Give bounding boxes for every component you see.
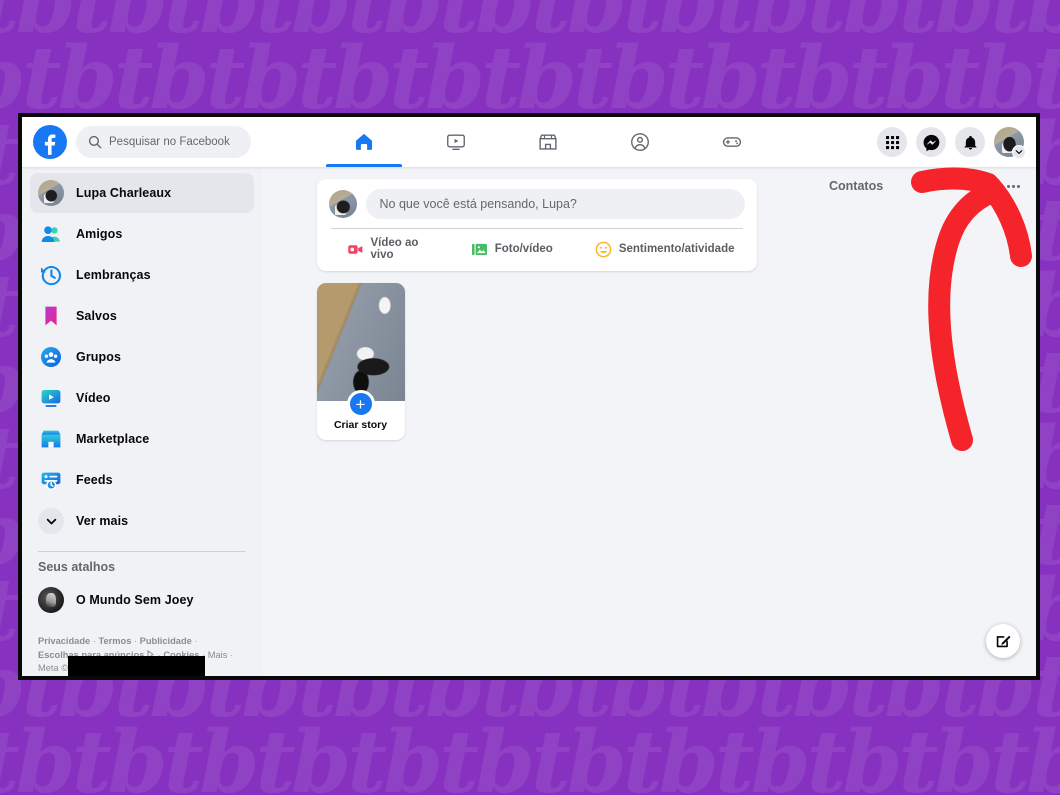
feeling-activity-label: Sentimento/atividade	[618, 243, 735, 255]
topbar-actions	[877, 117, 1026, 167]
tab-gaming[interactable]	[686, 117, 778, 167]
marketplace-icon	[38, 426, 64, 452]
compose-icon	[996, 635, 1010, 647]
main-feed-column: Vídeo ao vivo Foto/vídeo	[262, 167, 811, 676]
live-video-icon	[347, 244, 362, 254]
create-story-card[interactable]: + Criar story	[316, 283, 405, 440]
plus-icon: +	[346, 390, 375, 418]
grid-menu-icon[interactable]	[877, 127, 907, 157]
groups-icon	[38, 344, 64, 370]
tab-marketplace[interactable]	[502, 117, 594, 167]
profile-avatar	[38, 180, 64, 206]
post-composer: Vídeo ao vivo Foto/vídeo	[316, 179, 757, 271]
sidebar-item-memories[interactable]: Lembranças	[30, 255, 254, 295]
memories-icon	[38, 262, 64, 288]
search-input[interactable]	[109, 136, 239, 148]
tab-home[interactable]	[318, 117, 410, 167]
user-avatar[interactable]	[328, 190, 357, 218]
composer-input[interactable]	[365, 189, 745, 219]
browser-screenshot-frame: Lupa Charleaux Amigos Lem	[18, 113, 1040, 680]
account-avatar[interactable]	[994, 127, 1026, 159]
footer-link-more[interactable]: Mais	[208, 650, 228, 660]
gaming-icon	[722, 137, 742, 147]
footer-link-terms[interactable]: Termos	[98, 636, 131, 646]
cat-photo	[316, 283, 405, 401]
feeling-icon	[595, 241, 612, 257]
sidebar-item-saved[interactable]: Salvos	[30, 296, 254, 336]
sidebar-item-friends[interactable]: Amigos	[30, 214, 254, 254]
feeds-icon	[38, 467, 64, 493]
photo-video-icon	[471, 243, 487, 255]
bell-icon[interactable]	[955, 127, 985, 157]
feeling-activity-button[interactable]: Sentimento/atividade	[585, 234, 745, 264]
sidebar-item-feeds[interactable]: Feeds	[30, 460, 254, 500]
contacts-header: Contatos	[821, 179, 1022, 193]
tab-video[interactable]	[410, 117, 502, 167]
sidebar-item-label: Lupa Charleaux	[76, 186, 172, 200]
friends-icon	[38, 221, 64, 247]
video-icon	[38, 385, 64, 411]
shortcut-avatar	[38, 587, 64, 613]
search-icon	[88, 135, 102, 149]
active-tab-underline	[326, 164, 402, 167]
tab-groups[interactable]	[594, 117, 686, 167]
sidebar-divider	[38, 551, 246, 552]
sidebar-item-see-more[interactable]: Ver mais	[30, 501, 254, 541]
footer-link-advertising[interactable]: Publicidade	[140, 636, 192, 646]
watermark-text: tbtbtbtbtbtbtbtbtbtbtbtbtbtbtb	[0, 712, 1060, 795]
more-options-icon[interactable]	[1007, 184, 1022, 188]
primary-navigation-tabs	[318, 117, 778, 167]
black-redaction-bar	[68, 656, 205, 676]
right-panel: Contatos	[811, 167, 1036, 676]
sidebar-item-groups[interactable]: Grupos	[30, 337, 254, 377]
sidebar-item-profile[interactable]: Lupa Charleaux	[30, 173, 254, 213]
new-message-button[interactable]	[986, 624, 1020, 658]
video-icon	[447, 134, 465, 151]
home-icon	[355, 133, 373, 150]
footer-link-privacy[interactable]: Privacidade	[38, 636, 90, 646]
live-video-label: Vídeo ao vivo	[370, 237, 419, 261]
facebook-logo-icon[interactable]	[33, 125, 67, 159]
create-story-label: Criar story	[333, 419, 388, 431]
chevron-down-icon	[1012, 145, 1026, 159]
saved-icon	[38, 303, 64, 329]
live-video-button[interactable]: Vídeo ao vivo	[337, 234, 435, 264]
search-box[interactable]	[76, 126, 251, 158]
facebook-topbar	[22, 117, 1036, 167]
left-sidebar: Lupa Charleaux Amigos Lembranças Salvos …	[22, 167, 262, 676]
sidebar-item-marketplace[interactable]: Marketplace	[30, 419, 254, 459]
groups-icon	[631, 133, 649, 151]
chevron-down-icon	[38, 508, 64, 534]
photo-video-label: Foto/vídeo	[494, 243, 553, 255]
contacts-title: Contatos	[829, 179, 884, 193]
messenger-icon[interactable]	[916, 127, 946, 157]
shortcuts-title: Seus atalhos	[38, 560, 116, 574]
photo-video-button[interactable]: Foto/vídeo	[461, 234, 563, 264]
sidebar-shortcut-item[interactable]: O Mundo Sem Joey	[30, 580, 254, 620]
stories-row: + Criar story	[316, 283, 757, 440]
composer-divider	[330, 228, 743, 229]
sidebar-item-video[interactable]: Vídeo	[30, 378, 254, 418]
marketplace-icon	[539, 134, 557, 150]
